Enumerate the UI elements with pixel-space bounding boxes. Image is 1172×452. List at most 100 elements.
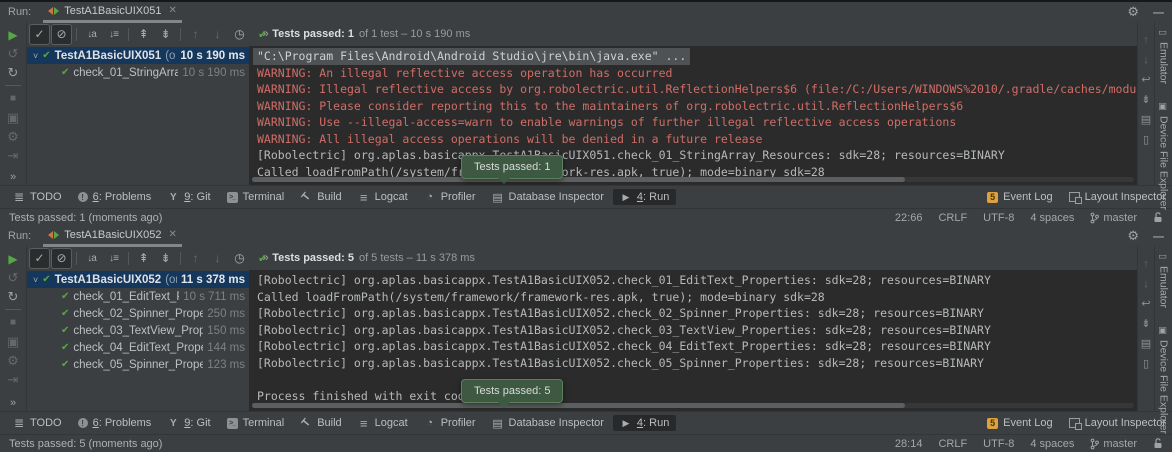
caret-position-widget[interactable]: 28:14 bbox=[895, 438, 923, 450]
next-failed-icon[interactable]: ↓ bbox=[207, 24, 228, 45]
tab-logcat[interactable]: Logcat bbox=[351, 415, 415, 431]
tab-problems[interactable]: 6: Problems bbox=[71, 189, 159, 205]
print-icon[interactable]: ▤ bbox=[1139, 336, 1153, 351]
toggle-auto-test-icon[interactable]: ↻ bbox=[2, 63, 24, 82]
tab-git[interactable]: 9: Git bbox=[160, 189, 217, 205]
event-log-button[interactable]: 5 Event Log bbox=[987, 191, 1053, 203]
vdivider[interactable] bbox=[125, 24, 132, 45]
soft-wrap-icon[interactable]: ↩ bbox=[1139, 296, 1153, 311]
sort-alphabetically-icon[interactable]: ↓a bbox=[81, 248, 102, 269]
show-passed-icon[interactable]: ✓ bbox=[29, 248, 50, 269]
expand-all-icon[interactable]: ⇞ bbox=[133, 248, 154, 269]
indent-widget[interactable]: 4 spaces bbox=[1030, 212, 1074, 224]
print-icon[interactable]: ▤ bbox=[1139, 112, 1153, 127]
caret-position-widget[interactable]: 22:66 bbox=[895, 212, 923, 224]
test-case-row[interactable]: check_01_StringArray_Resources 10 s 190 … bbox=[27, 64, 249, 81]
tool-window-stripe-button[interactable]: Emulator bbox=[1158, 28, 1170, 84]
hdivider[interactable] bbox=[2, 82, 24, 89]
import-tests-icon[interactable]: ⇥ bbox=[2, 370, 24, 389]
tab-todo[interactable]: TODO bbox=[6, 189, 69, 205]
close-icon[interactable] bbox=[168, 229, 176, 240]
scroll-to-end-icon[interactable]: ⇟ bbox=[1139, 316, 1153, 331]
gear-icon[interactable] bbox=[1127, 227, 1139, 245]
chevron-down-icon[interactable] bbox=[33, 51, 38, 61]
git-branch-widget[interactable]: master bbox=[1090, 438, 1137, 450]
tests-passed-balloon[interactable]: Tests passed: 1 bbox=[461, 155, 563, 179]
scrollbar-thumb[interactable] bbox=[252, 403, 905, 408]
tab-terminal[interactable]: Terminal bbox=[220, 189, 292, 205]
layout-inspector-button[interactable]: Layout Inspector bbox=[1069, 417, 1166, 429]
previous-occurrence-icon[interactable]: ↑ bbox=[1139, 32, 1153, 47]
vdivider[interactable] bbox=[73, 248, 80, 269]
tab-profiler[interactable]: Profiler bbox=[417, 189, 483, 205]
tool-window-stripe-button[interactable]: Emulator bbox=[1158, 252, 1170, 308]
close-icon[interactable] bbox=[168, 5, 176, 16]
scroll-to-end-icon[interactable]: ⇟ bbox=[1139, 92, 1153, 107]
tab-profiler[interactable]: Profiler bbox=[417, 415, 483, 431]
collapse-all-icon[interactable]: ⇟ bbox=[155, 24, 176, 45]
test-history-icon[interactable]: ◷ bbox=[229, 24, 250, 45]
previous-failed-icon[interactable]: ↑ bbox=[185, 248, 206, 269]
tab-problems[interactable]: 6: Problems bbox=[71, 415, 159, 431]
hide-window-icon[interactable] bbox=[1153, 3, 1164, 21]
test-settings-icon[interactable]: ⚙ bbox=[2, 127, 24, 146]
next-occurrence-icon[interactable]: ↓ bbox=[1139, 52, 1153, 67]
clear-all-icon[interactable]: ▯ bbox=[1139, 132, 1153, 147]
layout-inspector-button[interactable]: Layout Inspector bbox=[1069, 191, 1166, 203]
sort-alphabetically-icon[interactable]: ↓a bbox=[81, 24, 102, 45]
tab-run[interactable]: 4: Run bbox=[613, 415, 676, 431]
scrollbar-thumb[interactable] bbox=[252, 177, 905, 182]
line-ending-widget[interactable]: CRLF bbox=[938, 212, 967, 224]
tab-logcat[interactable]: Logcat bbox=[351, 189, 415, 205]
console-output[interactable]: "C:\Program Files\Android\Android Studio… bbox=[249, 46, 1137, 185]
encoding-widget[interactable]: UTF-8 bbox=[983, 438, 1014, 450]
rerun-failed-tests-icon[interactable]: ↺ bbox=[2, 268, 24, 287]
run-config-tab[interactable]: TestA1BasicUIX052 bbox=[43, 226, 182, 247]
next-occurrence-icon[interactable]: ↓ bbox=[1139, 276, 1153, 291]
test-suite-row[interactable]: TestA1BasicUIX051 (org.aplas.basica 10 s… bbox=[27, 47, 249, 64]
sort-by-duration-icon[interactable]: ↓≡ bbox=[103, 24, 124, 45]
clear-all-icon[interactable]: ▯ bbox=[1139, 356, 1153, 371]
show-ignored-icon[interactable]: ⊘ bbox=[51, 24, 72, 45]
test-case-row[interactable]: check_01_EditText_Properties 10 s 711 ms bbox=[27, 288, 249, 305]
rerun-failed-tests-icon[interactable]: ↺ bbox=[2, 44, 24, 63]
vdivider[interactable] bbox=[73, 24, 80, 45]
test-case-row[interactable]: check_02_Spinner_Properties 250 ms bbox=[27, 305, 249, 322]
import-tests-icon[interactable]: ⇥ bbox=[2, 146, 24, 165]
git-branch-widget[interactable]: master bbox=[1090, 212, 1137, 224]
show-passed-icon[interactable]: ✓ bbox=[29, 24, 50, 45]
vdivider[interactable] bbox=[125, 248, 132, 269]
more-icon[interactable] bbox=[0, 397, 26, 409]
tab-database-inspector[interactable]: Database Inspector bbox=[485, 189, 611, 205]
sort-by-duration-icon[interactable]: ↓≡ bbox=[103, 248, 124, 269]
show-ignored-icon[interactable]: ⊘ bbox=[51, 248, 72, 269]
vdivider[interactable] bbox=[177, 24, 184, 45]
encoding-widget[interactable]: UTF-8 bbox=[983, 212, 1014, 224]
lock-widget[interactable] bbox=[1153, 438, 1163, 449]
event-log-button[interactable]: 5 Event Log bbox=[987, 417, 1053, 429]
tab-database-inspector[interactable]: Database Inspector bbox=[485, 415, 611, 431]
stop-icon[interactable]: ■ bbox=[2, 313, 24, 332]
tab-run[interactable]: 4: Run bbox=[613, 189, 676, 205]
toggle-auto-test-icon[interactable]: ↻ bbox=[2, 287, 24, 306]
previous-occurrence-icon[interactable]: ↑ bbox=[1139, 256, 1153, 271]
thread-dump-icon[interactable]: ▣ bbox=[2, 332, 24, 351]
rerun-tests-icon[interactable]: ▶ bbox=[2, 25, 24, 44]
indent-widget[interactable]: 4 spaces bbox=[1030, 438, 1074, 450]
tab-terminal[interactable]: Terminal bbox=[220, 415, 292, 431]
tab-build[interactable]: Build bbox=[293, 415, 348, 431]
vdivider[interactable] bbox=[177, 248, 184, 269]
tab-todo[interactable]: TODO bbox=[6, 415, 69, 431]
tool-window-stripe-button[interactable]: Device File Explorer bbox=[1158, 102, 1170, 210]
tab-build[interactable]: Build bbox=[293, 189, 348, 205]
chevron-down-icon[interactable] bbox=[33, 275, 38, 285]
line-ending-widget[interactable]: CRLF bbox=[938, 438, 967, 450]
tests-passed-balloon[interactable]: Tests passed: 5 bbox=[461, 379, 563, 403]
test-history-icon[interactable]: ◷ bbox=[229, 248, 250, 269]
soft-wrap-icon[interactable]: ↩ bbox=[1139, 72, 1153, 87]
test-suite-row[interactable]: TestA1BasicUIX052 (org.aplas.basica 11 s… bbox=[27, 271, 249, 288]
lock-widget[interactable] bbox=[1153, 212, 1163, 223]
thread-dump-icon[interactable]: ▣ bbox=[2, 108, 24, 127]
hide-window-icon[interactable] bbox=[1153, 227, 1164, 245]
expand-all-icon[interactable]: ⇞ bbox=[133, 24, 154, 45]
